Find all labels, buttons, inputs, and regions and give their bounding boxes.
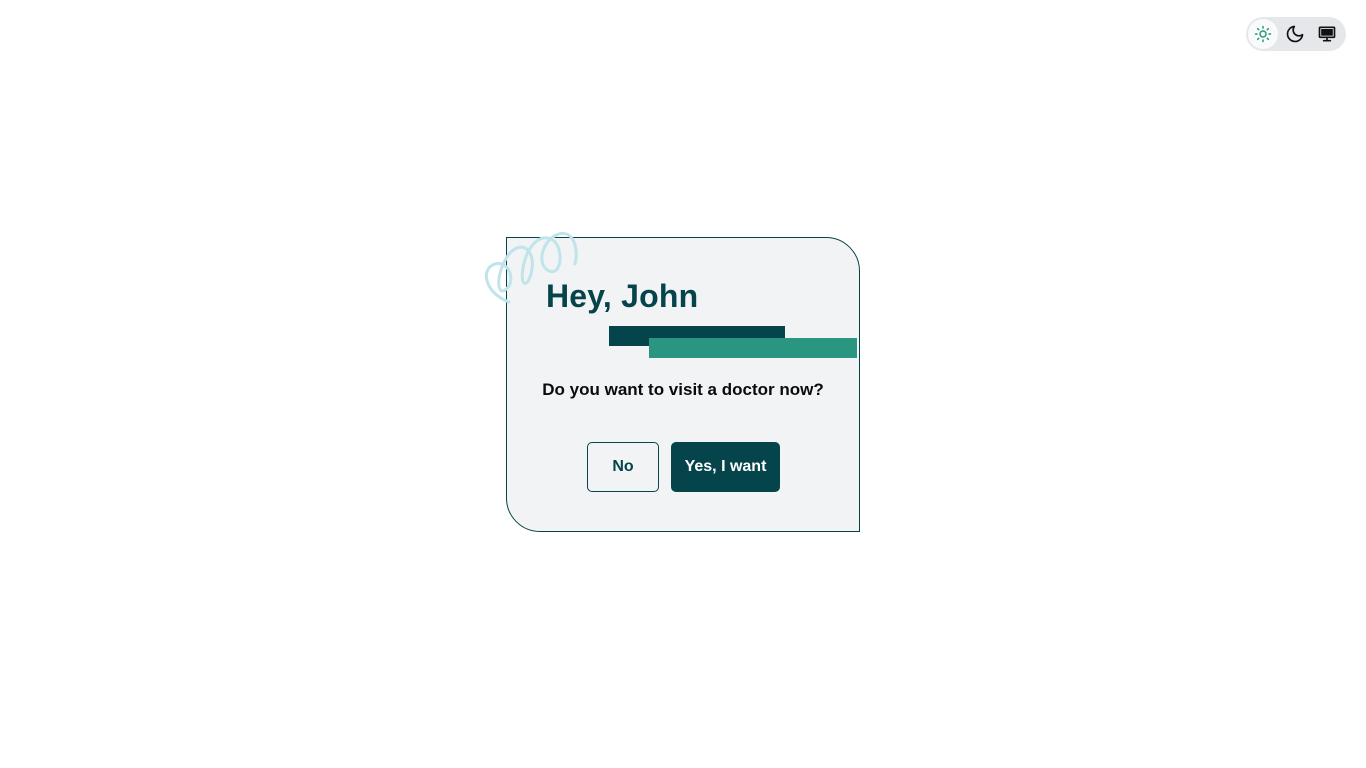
theme-switcher [1246,17,1346,51]
dialog-title: Hey, John [546,278,699,314]
dialog-actions: No Yes, I want [587,442,780,492]
dark-theme-button[interactable] [1280,19,1310,49]
moon-icon [1286,25,1304,43]
dialog-question: Do you want to visit a doctor now? [542,380,824,399]
yes-button[interactable]: Yes, I want [671,442,780,492]
sun-icon [1254,25,1272,43]
system-theme-button[interactable] [1312,19,1342,49]
doctor-visit-dialog: Hey, John Do you want to visit a doctor … [485,231,860,532]
light-theme-button[interactable] [1248,19,1278,49]
decorative-bar-teal [649,338,857,358]
monitor-icon [1318,26,1336,42]
no-button[interactable]: No [587,442,659,492]
